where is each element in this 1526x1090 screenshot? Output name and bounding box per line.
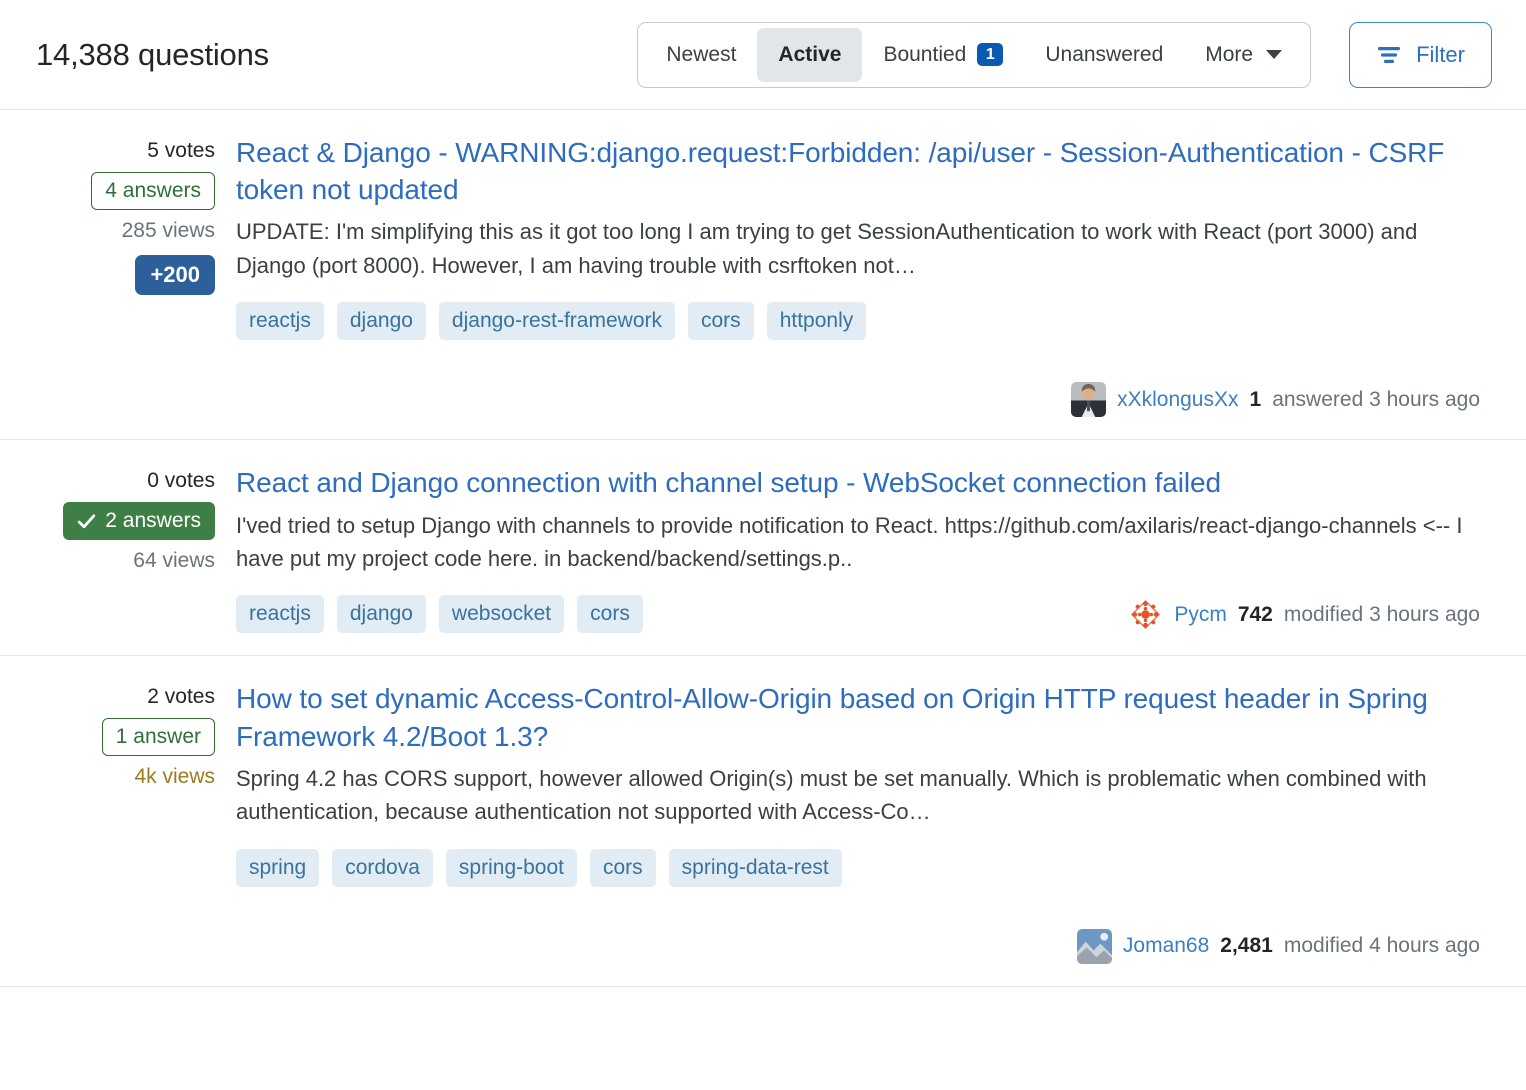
question-footer: spring cordova spring-boot cors spring-d… [236,848,1480,964]
vote-count: 0 votes [147,469,215,493]
view-count: 64 views [133,549,215,573]
chevron-down-icon [1266,50,1283,59]
avatar[interactable] [1071,382,1107,418]
question-title-link[interactable]: React and Django connection with channel… [236,464,1480,501]
question-row: 5 votes 4 answers 285 views +200 React &… [0,110,1526,441]
tag-list: spring cordova spring-boot cors spring-d… [236,848,842,887]
question-body: How to set dynamic Access-Control-Allow-… [236,680,1492,964]
bountied-count-badge: 1 [977,42,1004,67]
answer-count-label: 1 answer [115,725,201,749]
tag[interactable]: cors [577,595,643,634]
tag-list: reactjs django django-rest-framework cor… [236,302,867,341]
avatar[interactable] [1076,928,1112,964]
user-card: xXklongusXx 1 answered 3 hours ago [236,380,1480,418]
tag[interactable]: django [336,302,426,341]
question-body: React and Django connection with channel… [236,464,1492,634]
question-footer: reactjs django django-rest-framework cor… [236,302,1480,418]
sort-tab-group: Newest Active Bountied 1 Unanswered More [637,21,1312,88]
vote-count: 2 votes [147,685,215,709]
filter-icon [1378,46,1401,63]
question-excerpt: I'ved tried to setup Django with channel… [236,512,1463,572]
question-stats: 5 votes 4 answers 285 views +200 [0,134,236,417]
user-reputation: 742 [1237,602,1273,626]
tab-bountied[interactable]: Bountied 1 [862,28,1024,82]
tag[interactable]: websocket [438,595,565,634]
bounty-badge: +200 [135,255,215,295]
question-excerpt: UPDATE: I'm simplifying this as it got t… [236,219,1418,278]
question-title-link[interactable]: How to set dynamic Access-Control-Allow-… [236,680,1480,754]
tag[interactable]: spring [236,848,320,887]
view-count: 4k views [134,765,215,789]
checkmark-icon [78,514,96,528]
header-controls: Newest Active Bountied 1 Unanswered More [637,21,1492,88]
tag[interactable]: spring-data-rest [668,848,842,887]
question-row: 0 votes 2 answers 64 views React and Dja… [0,440,1526,657]
user-reputation: 2,481 [1220,934,1273,958]
answer-count-label: 4 answers [105,179,201,202]
user-name-link[interactable]: xXklongusXx [1117,388,1238,412]
question-row: 2 votes 1 answer 4k views How to set dyn… [0,656,1526,987]
tab-active-label: Active [778,42,842,66]
tag[interactable]: reactjs [236,595,324,634]
user-name-link[interactable]: Pycm [1174,603,1227,627]
view-count: 285 views [121,219,215,242]
question-excerpt: Spring 4.2 has CORS support, however all… [236,765,1427,825]
filter-button[interactable]: Filter [1349,21,1492,88]
answer-count-badge: 1 answer [101,718,215,757]
vote-count: 5 votes [147,139,215,162]
filter-button-label: Filter [1416,41,1465,67]
tab-more[interactable]: More [1184,28,1303,82]
question-body: React & Django - WARNING:django.request:… [236,134,1492,418]
question-footer: reactjs django websocket cors Pycm 742 m… [236,595,1480,634]
questions-header: 14,388 questions Newest Active Bountied … [0,0,1526,110]
avatar[interactable] [1128,597,1164,633]
question-activity: answered 3 hours ago [1272,387,1480,411]
tag[interactable]: django [336,595,426,634]
question-activity: modified 3 hours ago [1283,602,1480,626]
user-name-link[interactable]: Joman68 [1123,934,1209,958]
answer-count-badge-accepted: 2 answers [63,502,215,541]
tag[interactable]: cordova [332,848,433,887]
question-stats: 0 votes 2 answers 64 views [0,464,236,633]
question-activity: modified 4 hours ago [1283,934,1480,958]
tab-unanswered-label: Unanswered [1045,42,1164,66]
user-reputation: 1 [1249,387,1262,411]
question-title-link[interactable]: React & Django - WARNING:django.request:… [236,134,1480,208]
question-stats: 2 votes 1 answer 4k views [0,680,236,963]
tag[interactable]: spring-boot [445,848,577,887]
tag[interactable]: cors [688,302,754,341]
tab-active[interactable]: Active [757,27,863,82]
answer-count-label: 2 answers [105,509,201,533]
tab-unanswered[interactable]: Unanswered [1024,28,1184,82]
user-card: Joman68 2,481 modified 4 hours ago [236,927,1480,964]
tab-bountied-label: Bountied [883,42,967,66]
tab-newest-label: Newest [666,42,737,66]
tag[interactable]: reactjs [236,302,324,341]
answer-count-badge: 4 answers [91,172,215,210]
tag[interactable]: django-rest-framework [438,302,675,341]
tag[interactable]: cors [589,848,656,887]
tag-list: reactjs django websocket cors [236,595,643,634]
page-title: 14,388 questions [36,36,269,72]
user-card: Pycm 742 modified 3 hours ago [1128,595,1480,633]
questions-page: 14,388 questions Newest Active Bountied … [0,0,1526,1090]
tab-newest[interactable]: Newest [645,28,757,82]
tag[interactable]: httponly [766,302,867,341]
tab-more-label: More [1205,42,1254,66]
